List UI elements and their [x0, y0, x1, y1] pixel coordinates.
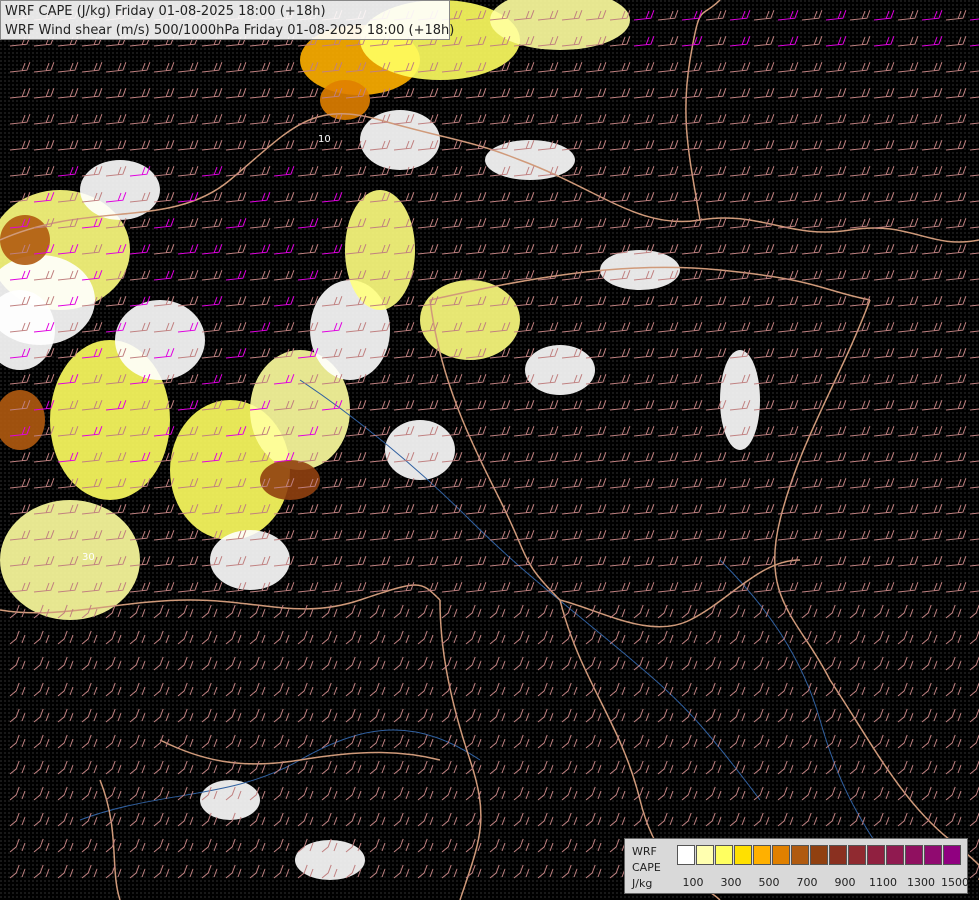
legend-swatch: [677, 845, 695, 865]
cape-title: WRF CAPE (J/kg) Friday 01-08-2025 18:00 …: [5, 4, 326, 19]
map-title-box: WRF CAPE (J/kg) Friday 01-08-2025 18:00 …: [0, 0, 455, 40]
legend-swatch: [791, 845, 809, 865]
legend-swatch: [772, 845, 790, 865]
cape-patch: [115, 300, 205, 380]
cape-patch: [360, 110, 440, 170]
legend-swatch: [734, 845, 752, 865]
legend-swatch: [848, 845, 866, 865]
cape-patch: [0, 215, 50, 265]
legend-model-label: WRF: [632, 845, 657, 858]
cape-patch: [345, 190, 415, 310]
cape-patch: [210, 530, 290, 590]
legend-swatch: [829, 845, 847, 865]
legend-swatch: [886, 845, 904, 865]
weather-map: 10 30: [0, 0, 979, 900]
legend-tick: 900: [834, 876, 856, 889]
contour-label-10: 10: [318, 134, 331, 145]
legend-swatch: [753, 845, 771, 865]
legend-tick: 1100: [869, 876, 897, 889]
cape-patch: [525, 345, 595, 395]
legend-swatch: [810, 845, 828, 865]
wind-shear-title: WRF Wind shear (m/s) 500/1000hPa Friday …: [5, 23, 455, 38]
cape-patch: [385, 420, 455, 480]
legend-swatch: [924, 845, 942, 865]
cape-patch: [0, 500, 140, 620]
legend-swatches: [677, 845, 962, 865]
legend-tick: 100: [682, 876, 704, 889]
legend-tick: 300: [720, 876, 742, 889]
cape-patch: [295, 840, 365, 880]
legend-tick: 700: [796, 876, 818, 889]
legend-field-label: CAPE: [632, 861, 661, 874]
legend-swatch: [905, 845, 923, 865]
legend-swatch: [867, 845, 885, 865]
legend-swatch: [696, 845, 714, 865]
legend-swatch: [715, 845, 733, 865]
legend-tick: 500: [758, 876, 780, 889]
cape-legend: WRF CAPE J/kg 100 300 500 700 900 1100 1…: [624, 838, 969, 894]
legend-unit-label: J/kg: [632, 877, 653, 890]
legend-tick: 1500: [941, 876, 969, 889]
legend-tick: 1300: [907, 876, 935, 889]
cape-patch: [200, 780, 260, 820]
legend-swatch: [943, 845, 961, 865]
contour-label-30: 30: [82, 552, 95, 563]
